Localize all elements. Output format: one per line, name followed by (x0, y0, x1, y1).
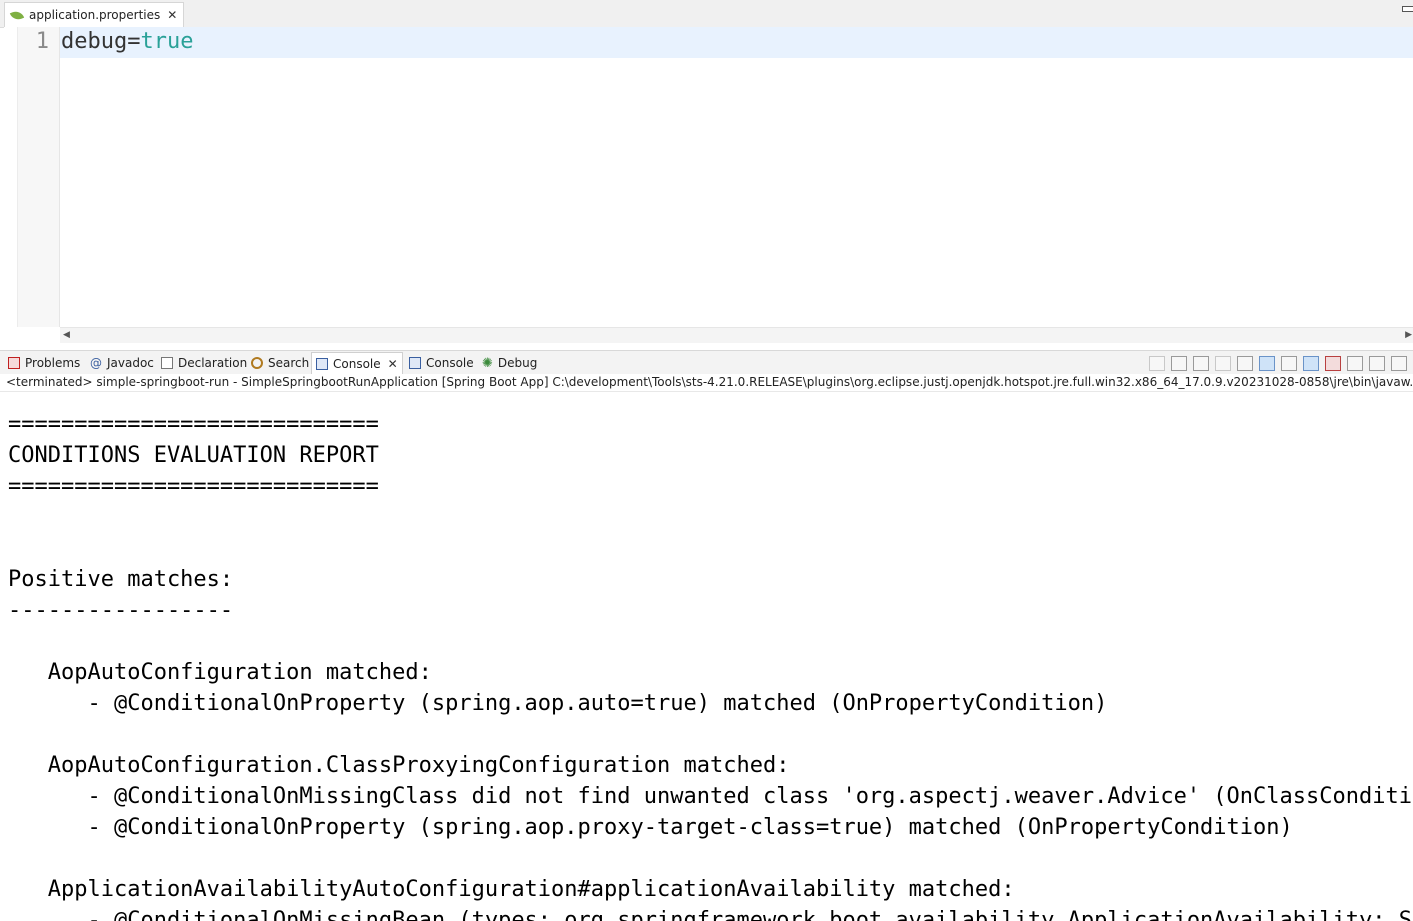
terminate-icon[interactable] (1171, 355, 1187, 371)
console-line: - @ConditionalOnMissingClass did not fin… (8, 784, 1413, 809)
console-process-label: <terminated> simple-springboot-run - Sim… (0, 374, 1413, 392)
stop-icon[interactable] (1215, 355, 1231, 371)
properties-editor[interactable]: 1 debug=true ◀ ▶ (4, 27, 1413, 343)
line-number-gutter: 1 (18, 27, 60, 327)
open-console-icon[interactable] (1391, 355, 1407, 371)
close-icon[interactable]: ✕ (167, 8, 177, 22)
remove-all-terminated-icon[interactable] (1193, 355, 1209, 371)
pin-console-icon[interactable] (1149, 355, 1165, 371)
tab-label: Declaration (178, 356, 248, 370)
console-icon (316, 358, 328, 370)
console-line: ----------------- (8, 598, 234, 623)
property-key: debug (61, 29, 128, 54)
problems-icon (8, 357, 20, 369)
spring-leaf-icon (9, 8, 25, 22)
display-selected-console-icon[interactable] (1369, 355, 1385, 371)
tab-search[interactable]: Search (247, 352, 313, 374)
horizontal-scrollbar[interactable]: ◀ ▶ (60, 327, 1413, 343)
console-line: - @ConditionalOnProperty (spring.aop.aut… (8, 691, 1108, 716)
tab-label: Console (426, 356, 474, 370)
tab-label: Problems (25, 356, 81, 370)
word-wrap-icon[interactable] (1281, 355, 1297, 371)
console-line: ============================ (8, 412, 379, 437)
console-line: ApplicationAvailabilityAutoConfiguration… (8, 877, 1015, 902)
tab-javadoc[interactable]: @ Javadoc (86, 352, 158, 374)
pin-icon[interactable] (1347, 355, 1363, 371)
console-line: ============================ (8, 474, 379, 499)
console-line: CONDITIONS EVALUATION REPORT (8, 443, 379, 468)
search-icon (251, 357, 263, 369)
scroll-left-icon[interactable]: ◀ (63, 330, 70, 340)
console-line: AopAutoConfiguration.ClassProxyingConfig… (8, 753, 790, 778)
console-toolbar (1149, 354, 1413, 372)
editor-tab-bar: application.properties ✕ (0, 0, 1413, 28)
minimize-icon[interactable] (1402, 6, 1413, 12)
tab-label: Javadoc (107, 356, 154, 370)
tab-label: Debug (497, 356, 538, 370)
property-value: true (140, 29, 194, 54)
line-number: 1 (35, 29, 49, 54)
show-on-stderr-icon[interactable] (1325, 355, 1341, 371)
property-equals: = (127, 29, 141, 54)
tab-declaration[interactable]: Declaration (157, 352, 251, 374)
tab-label: Search (268, 356, 310, 370)
show-on-stdout-icon[interactable] (1303, 355, 1319, 371)
tab-console-active[interactable]: Console ✕ (311, 352, 403, 375)
console-line: - @ConditionalOnProperty (spring.aop.pro… (8, 815, 1293, 840)
console-line: Positive matches: (8, 567, 234, 592)
view-tab-bar: Problems @ Javadoc Declaration Search Co… (0, 350, 1413, 375)
tab-debug[interactable]: ✺ Debug (478, 352, 541, 374)
tab-label: Console (333, 357, 381, 371)
console-output[interactable]: ============================ CONDITIONS … (0, 392, 1413, 921)
javadoc-icon: @ (90, 356, 102, 370)
close-icon[interactable]: ✕ (388, 357, 398, 371)
console-line: AopAutoConfiguration matched: (8, 660, 432, 685)
scroll-right-icon[interactable]: ▶ (1405, 330, 1412, 340)
current-line-highlight (60, 27, 1413, 58)
editor-tab-label: application.properties (29, 8, 161, 22)
editor-tab-application-properties[interactable]: application.properties ✕ (4, 2, 185, 27)
clear-console-icon[interactable] (1237, 355, 1253, 371)
tab-problems[interactable]: Problems (4, 352, 84, 374)
scroll-lock-icon[interactable] (1259, 355, 1275, 371)
code-line[interactable]: debug=true (61, 28, 193, 56)
overview-ruler (4, 27, 18, 327)
tab-console[interactable]: Console (405, 352, 478, 374)
declaration-icon (161, 357, 173, 369)
debug-icon: ✺ (482, 355, 493, 371)
console-icon (409, 357, 421, 369)
console-line: - @ConditionalOnMissingBean (types: org.… (87, 908, 1413, 921)
